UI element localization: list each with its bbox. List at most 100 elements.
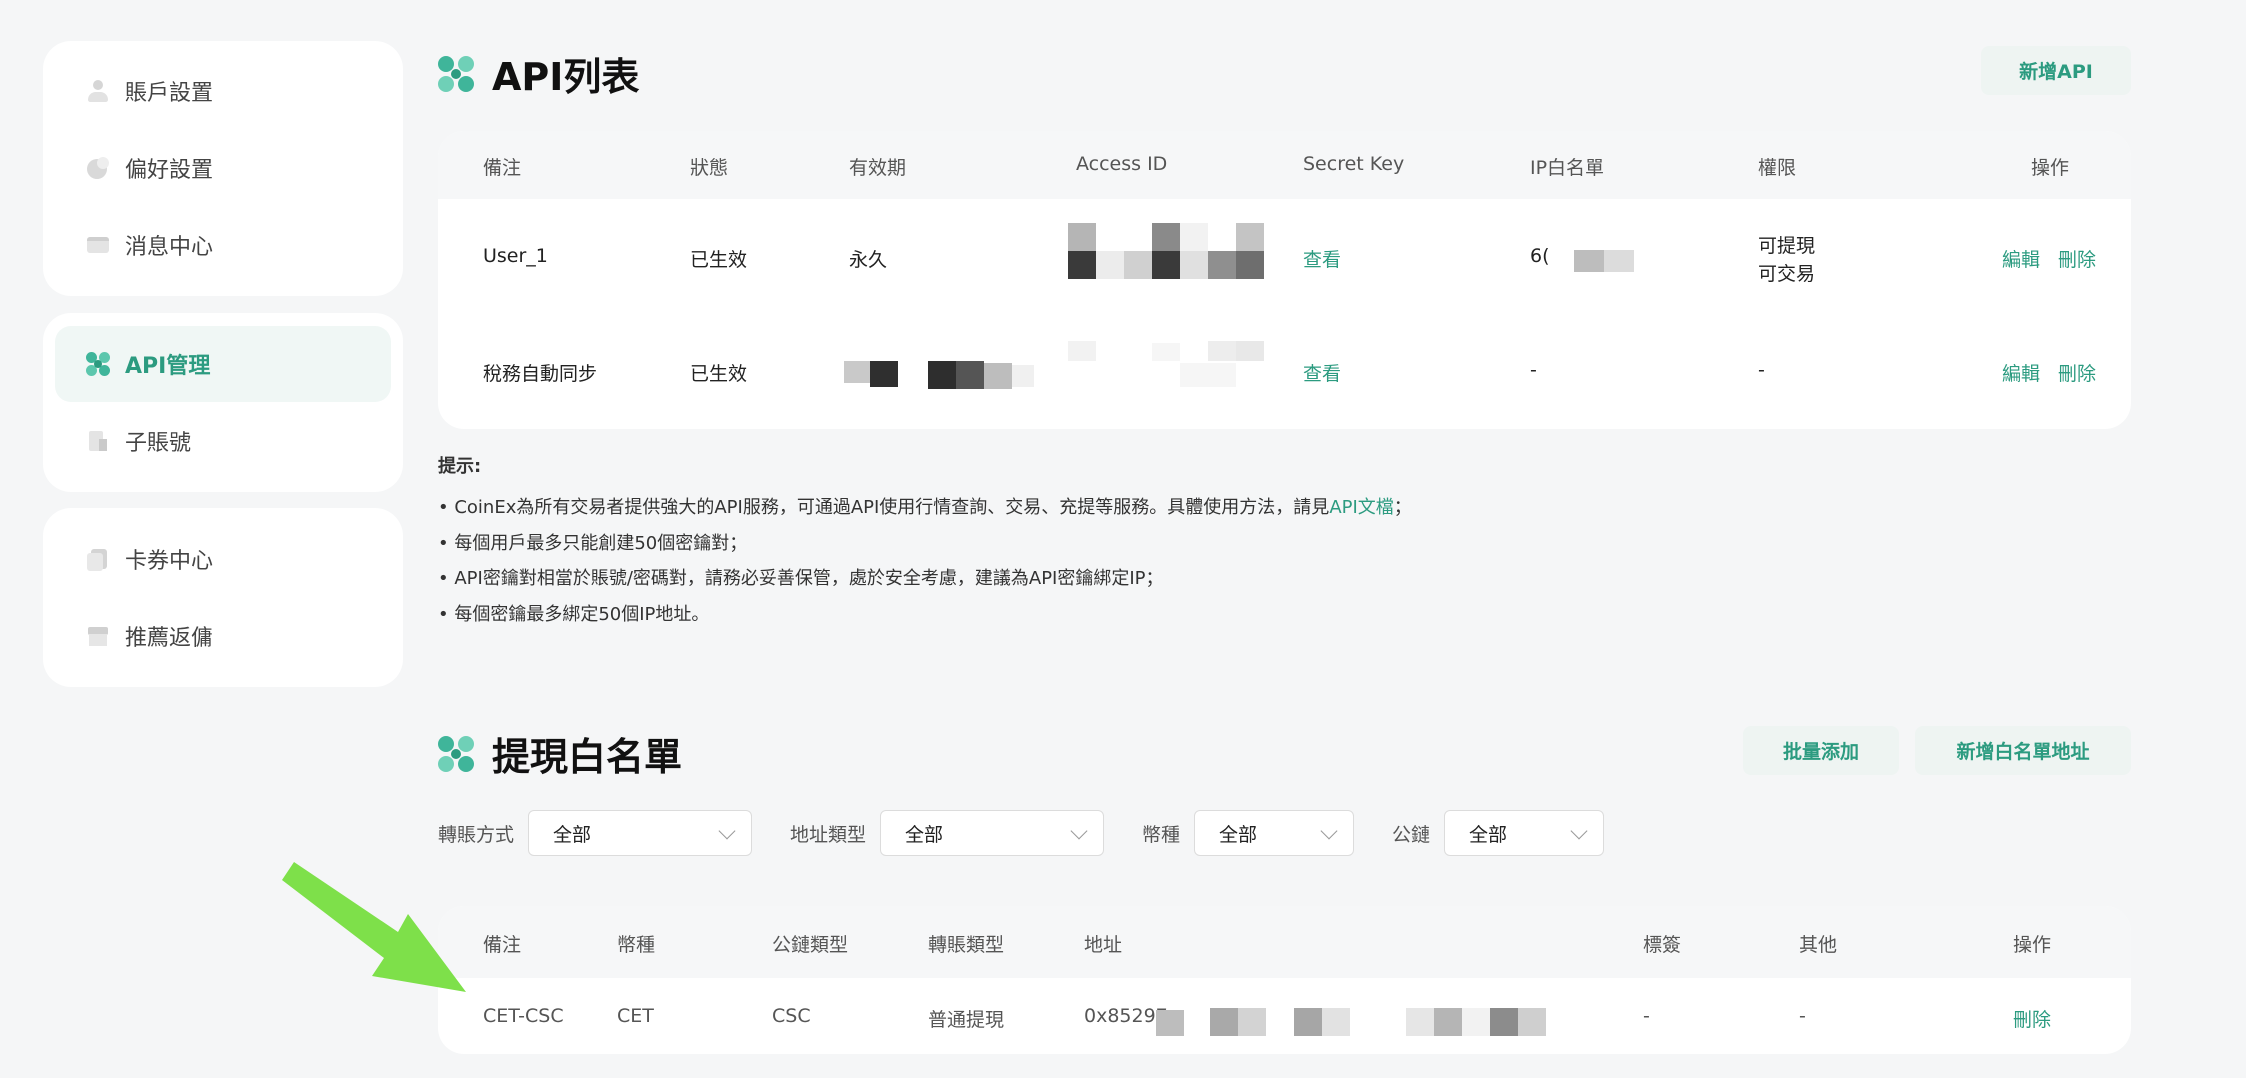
sidebar-item-label: 賬戶設置 [125, 81, 214, 106]
annotation-arrow-icon [282, 862, 466, 992]
sidebar-item-preferences[interactable]: 偏好設置 [55, 130, 391, 206]
chain-select[interactable]: 全部 [1444, 810, 1604, 856]
add-whitelist-address-button[interactable]: 新增白名單地址 [1915, 726, 2131, 775]
view-secret-link[interactable]: 查看 [1303, 245, 1341, 272]
chevron-down-icon [1320, 822, 1338, 840]
preferences-icon [85, 155, 111, 181]
edit-link[interactable]: 編輯 [2002, 359, 2040, 386]
whitelist-table-header: 備注 幣種 公鏈類型 轉賬類型 地址 標簽 其他 操作 [438, 906, 2131, 978]
ip-redacted [1604, 250, 1634, 272]
user-icon [85, 78, 111, 104]
delete-link[interactable]: 刪除 [2013, 1005, 2051, 1032]
coupon-icon [85, 546, 111, 572]
edit-link[interactable]: 編輯 [2002, 245, 2040, 272]
select-value: 全部 [905, 823, 944, 846]
select-value: 全部 [1469, 823, 1508, 846]
cell-other: - [1799, 1005, 1806, 1027]
select-value: 全部 [553, 823, 592, 846]
subaccount-icon [85, 428, 111, 454]
transfer-method-select[interactable]: 全部 [528, 810, 752, 856]
col-header: Secret Key [1303, 153, 1405, 175]
col-header: 其他 [1799, 934, 1838, 956]
sidebar-group-rewards: 卡券中心 推薦返傭 [43, 508, 403, 687]
cell-tag: - [1643, 1005, 1650, 1027]
sidebar-item-subaccount[interactable]: 子賬號 [55, 403, 391, 479]
cell-coin: CET [617, 1005, 654, 1027]
cell-permission: 可交易 [1758, 263, 1816, 285]
whitelist-title: 提現白名單 [438, 726, 682, 781]
cell-chain: CSC [772, 1005, 811, 1027]
address-type-select[interactable]: 全部 [880, 810, 1104, 856]
api-logo-icon [438, 55, 474, 92]
sidebar-item-label: 消息中心 [125, 235, 214, 260]
tip-line: • 每個密鑰最多綁定50個IP地址。 [438, 603, 710, 625]
api-docs-link[interactable]: API文檔 [1329, 497, 1393, 518]
tips-title: 提示: [438, 456, 482, 477]
cell-ip: - [1530, 359, 1537, 381]
col-header: 幣種 [617, 934, 656, 956]
tip-line: • API密鑰對相當於賬號/密碼對，請務必妥善保管，處於安全考慮，建議為API密… [438, 568, 1164, 589]
col-header: 操作 [2013, 934, 2052, 956]
cell-remark: CET-CSC [483, 1005, 564, 1027]
page: 賬戶設置 偏好設置 消息中心 API管理 子賬號 卡券中心 推薦返傭 API列表… [0, 0, 2246, 1078]
tip-text: ； [1393, 497, 1412, 518]
filter-label-address-type: 地址類型 [790, 824, 867, 846]
col-header: 操作 [2031, 157, 2070, 179]
sidebar-item-coupon-center[interactable]: 卡券中心 [55, 521, 391, 597]
sidebar-item-label: 子賬號 [125, 431, 192, 456]
api-table-header: 備注 狀態 有效期 Access ID Secret Key IP白名單 權限 … [438, 131, 2131, 199]
cell-ip: 6( [1530, 245, 1550, 267]
col-header: 地址 [1084, 934, 1123, 956]
delete-link[interactable]: 刪除 [2058, 359, 2096, 386]
add-api-button[interactable]: 新增API [1981, 46, 2131, 95]
col-header: 轉賬類型 [928, 934, 1005, 956]
filter-label-chain: 公鏈 [1392, 824, 1431, 846]
tip-line: • 每個用戶最多只能創建50個密鑰對； [438, 532, 748, 554]
view-secret-link[interactable]: 查看 [1303, 359, 1341, 386]
chevron-down-icon [718, 822, 736, 840]
batch-add-button[interactable]: 批量添加 [1743, 726, 1899, 775]
col-header: 備注 [483, 934, 522, 956]
sidebar-group-api: API管理 子賬號 [43, 313, 403, 492]
sidebar-item-message-center[interactable]: 消息中心 [55, 207, 391, 283]
tip-text: • CoinEx為所有交易者提供強大的API服務，可通過API使用行情查詢、交易… [438, 497, 1330, 518]
coin-select[interactable]: 全部 [1194, 810, 1354, 856]
sidebar-item-label: 偏好設置 [125, 158, 214, 183]
sidebar-item-referral[interactable]: 推薦返傭 [55, 598, 391, 674]
api-table: 備注 狀態 有效期 Access ID Secret Key IP白名單 權限 … [438, 131, 2131, 429]
api-icon [85, 351, 111, 377]
whitelist-title-text: 提現白名單 [492, 735, 683, 779]
cell-remark: 稅務自動同步 [483, 363, 598, 385]
whitelist-table: 備注 幣種 公鏈類型 轉賬類型 地址 標簽 其他 操作 CET-CSC CET … [438, 906, 2131, 1054]
col-header: 狀態 [690, 157, 729, 179]
filter-label-coin: 幣種 [1142, 824, 1181, 846]
sidebar-item-label: 推薦返傭 [125, 626, 214, 651]
sidebar-group-account: 賬戶設置 偏好設置 消息中心 [43, 41, 403, 296]
api-list-title: API列表 [438, 46, 639, 101]
chevron-down-icon [1570, 822, 1588, 840]
col-header: 備注 [483, 157, 522, 179]
sidebar-item-label: 卡券中心 [125, 549, 214, 574]
sidebar-item-api-management[interactable]: API管理 [55, 326, 391, 402]
col-header: IP白名單 [1530, 157, 1605, 179]
message-icon [85, 232, 111, 258]
select-value: 全部 [1219, 823, 1258, 846]
sidebar-item-label: API管理 [125, 354, 211, 379]
delete-link[interactable]: 刪除 [2058, 245, 2096, 272]
cell-transfer-type: 普通提現 [928, 1009, 1005, 1031]
col-header: 公鏈類型 [772, 934, 849, 956]
col-header: 有效期 [849, 157, 907, 179]
api-list-title-text: API列表 [492, 55, 640, 99]
chevron-down-icon [1070, 822, 1088, 840]
referral-icon [85, 623, 111, 649]
col-header: Access ID [1076, 153, 1168, 175]
ip-redacted [1574, 250, 1604, 272]
cell-permission: 可提現 [1758, 235, 1816, 257]
cell-validity: 永久 [849, 249, 888, 271]
tip-line: • CoinEx為所有交易者提供強大的API服務，可通過API使用行情查詢、交易… [438, 490, 1412, 526]
col-header: 權限 [1758, 157, 1797, 179]
col-header: 標簽 [1643, 934, 1682, 956]
cell-status: 已生效 [690, 249, 748, 271]
sidebar-item-account-settings[interactable]: 賬戶設置 [55, 53, 391, 129]
filter-label-transfer-method: 轉賬方式 [438, 824, 515, 846]
